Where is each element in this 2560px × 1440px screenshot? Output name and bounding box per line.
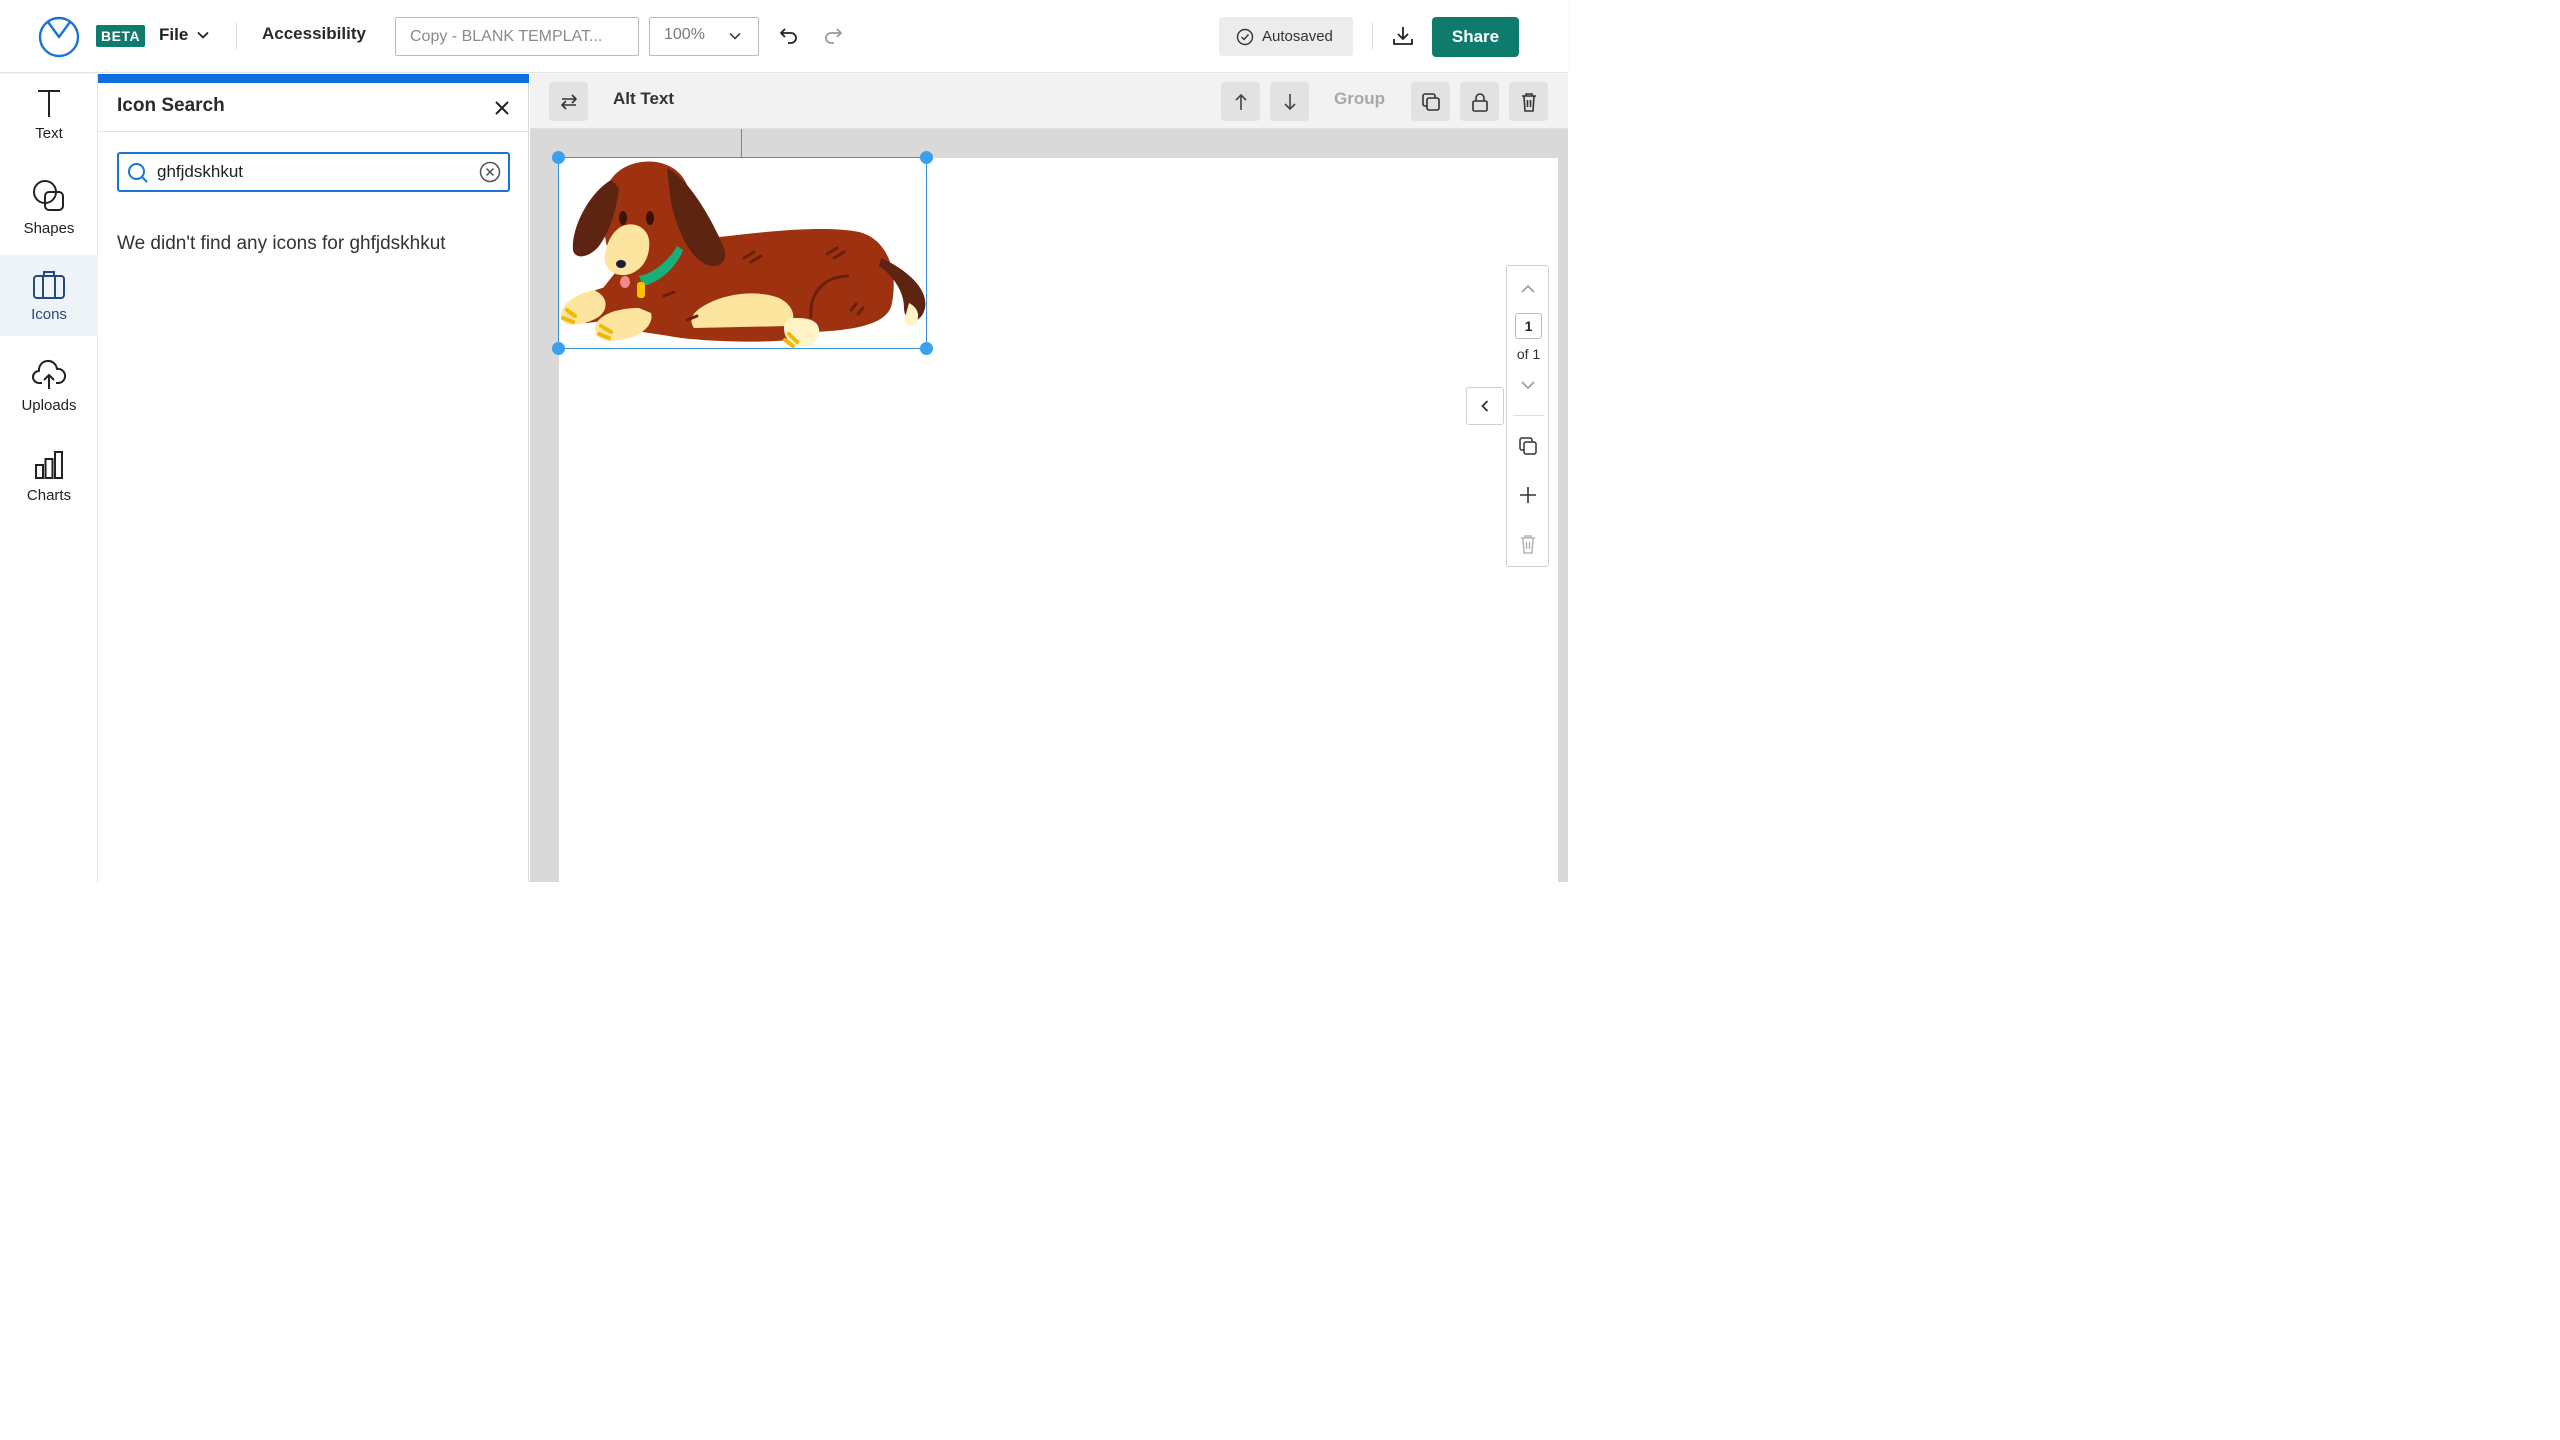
resize-handle-bottom-right[interactable] (920, 342, 933, 355)
sidebar-item-text[interactable]: Text (0, 74, 98, 155)
arrow-up-icon (1234, 93, 1247, 110)
trash-icon (1521, 92, 1536, 112)
resize-handle-bottom-left[interactable] (552, 342, 565, 355)
sidebar-item-label: Text (35, 125, 63, 142)
alignment-guide (741, 129, 742, 157)
undo-icon[interactable] (778, 24, 800, 46)
chevron-left-icon (1481, 400, 1489, 412)
send-backward-button[interactable] (1270, 82, 1309, 121)
copy-icon (1421, 92, 1440, 111)
bar-chart-icon (35, 451, 63, 479)
sidebar-item-label: Icons (31, 306, 67, 323)
chevron-up-icon[interactable] (1520, 283, 1536, 295)
canvas-toolbar: Alt Text Group (530, 74, 1568, 129)
document-title-field[interactable]: Copy - BLANK TEMPLAT... (395, 17, 639, 56)
panel-title: Icon Search (117, 95, 225, 116)
delete-page-icon[interactable] (1519, 534, 1537, 554)
autosaved-label: Autosaved (1262, 28, 1333, 45)
sidebar-item-icons[interactable]: Icons (0, 255, 98, 336)
icon-search-box (117, 152, 510, 192)
group-button[interactable]: Group (1334, 89, 1385, 109)
zoom-select[interactable]: 100% (649, 17, 759, 56)
sidebar-item-shapes[interactable]: Shapes (0, 165, 98, 246)
delete-button[interactable] (1509, 82, 1548, 121)
redo-icon[interactable] (822, 24, 844, 46)
no-results-message: We didn't find any icons for ghfjdskhkut (117, 233, 446, 254)
download-icon[interactable] (1391, 24, 1415, 48)
bring-forward-button[interactable] (1221, 82, 1260, 121)
text-icon (38, 90, 60, 117)
duplicate-page-icon[interactable] (1518, 436, 1538, 456)
icon-search-input[interactable] (157, 154, 467, 190)
upload-cloud-icon (32, 360, 67, 389)
add-page-icon[interactable] (1518, 485, 1538, 505)
icon-search-panel: Icon Search We didn't find any icons for… (98, 74, 529, 882)
alt-text-button[interactable]: Alt Text (613, 89, 674, 109)
panel-header: Icon Search (98, 83, 529, 132)
check-circle-icon (1236, 28, 1254, 45)
autosaved-status: Autosaved (1219, 17, 1353, 56)
header-divider (236, 23, 237, 49)
pagenav-divider (1513, 415, 1544, 416)
icons-icon (33, 271, 65, 299)
close-icon[interactable] (494, 100, 510, 116)
arrow-down-icon (1283, 93, 1296, 110)
search-icon (128, 163, 148, 183)
beta-badge: BETA (96, 25, 146, 47)
shapes-icon (33, 180, 64, 211)
accessibility-button[interactable]: Accessibility (262, 24, 366, 44)
chevron-down-icon[interactable] (1520, 379, 1536, 391)
page-navigator: 1 of 1 (1506, 265, 1549, 567)
current-page-field[interactable]: 1 (1515, 313, 1542, 339)
zoom-value: 100% (664, 26, 705, 43)
lock-button[interactable] (1460, 82, 1499, 121)
file-menu[interactable]: File (159, 22, 210, 48)
resize-handle-top-left[interactable] (552, 151, 565, 164)
sidebar-item-label: Charts (26, 487, 72, 504)
sidebar-item-charts[interactable]: Charts (0, 436, 98, 517)
collapse-pages-button[interactable] (1466, 387, 1504, 425)
file-menu-label: File (159, 25, 189, 44)
left-rail: Text Shapes Icons Uploads Charts (0, 74, 98, 882)
sidebar-item-label: Shapes (23, 220, 75, 237)
header-divider (1372, 23, 1373, 49)
swap-button[interactable] (549, 82, 588, 121)
chevron-down-icon (197, 31, 209, 39)
sidebar-item-label: Uploads (21, 397, 77, 414)
selection-box (558, 157, 927, 349)
lock-icon (1471, 92, 1488, 112)
top-bar: BETA File Accessibility Copy - BLANK TEM… (0, 0, 1568, 73)
sidebar-item-uploads[interactable]: Uploads (0, 346, 98, 427)
share-button[interactable]: Share (1432, 17, 1519, 57)
resize-handle-top-right[interactable] (920, 151, 933, 164)
swap-arrows-icon (560, 93, 577, 110)
clear-search-icon[interactable] (479, 161, 501, 183)
chevron-down-icon (729, 32, 741, 40)
page-count-label: of 1 (1516, 346, 1541, 362)
logo-icon[interactable] (38, 16, 80, 58)
panel-accent-bar (98, 74, 529, 83)
duplicate-button[interactable] (1411, 82, 1450, 121)
